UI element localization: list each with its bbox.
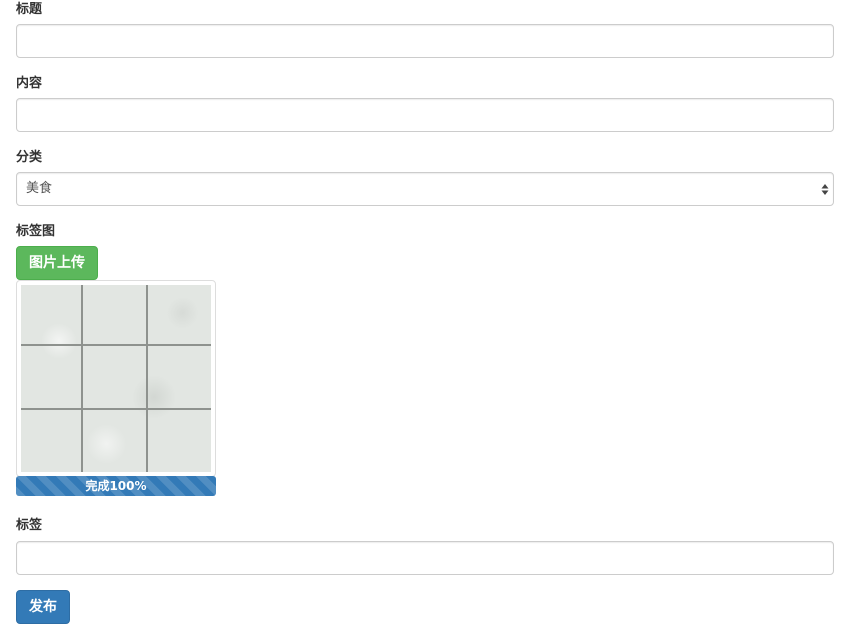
title-label: 标题 [16,2,43,17]
upload-progress: 完成100% [16,476,216,496]
tag-image-label: 标签图 [16,224,56,239]
tile-image [21,285,211,472]
category-select[interactable]: 美食 [16,172,834,206]
tags-label: 标签 [16,518,43,533]
category-label: 分类 [16,150,43,165]
tags-input[interactable] [16,541,834,575]
content-label: 内容 [16,76,43,91]
image-upload-button[interactable]: 图片上传 [16,246,98,280]
up-down-arrows-icon [821,184,829,195]
category-selected-value: 美食 [26,181,53,196]
upload-progress-bar: 完成100% [16,476,216,496]
title-input[interactable] [16,24,834,58]
uploaded-image-thumbnail [16,280,216,477]
publish-button[interactable]: 发布 [16,590,70,624]
content-input[interactable] [16,98,834,132]
